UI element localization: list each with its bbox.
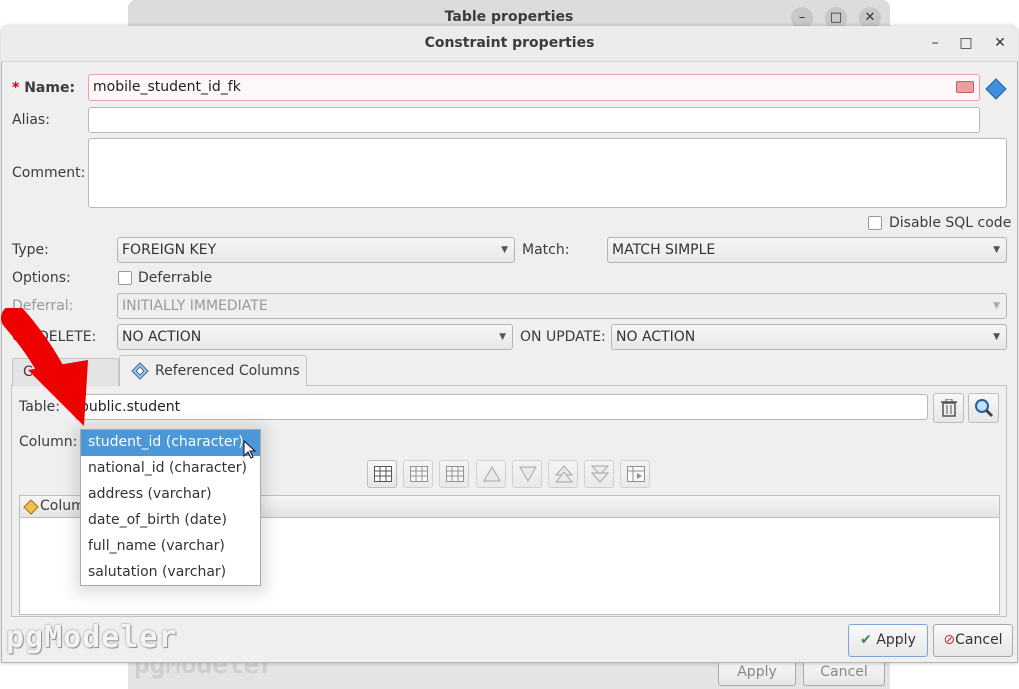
type-label: Type:: [12, 242, 49, 258]
remove-row-button[interactable]: [439, 460, 469, 488]
table-clear-icon: [627, 466, 645, 482]
move-down-button[interactable]: [512, 460, 542, 488]
tab-referenced-columns-label: Referenced Columns: [155, 363, 300, 379]
close-button[interactable]: ✕: [990, 35, 1010, 51]
apply-label: Apply: [876, 632, 916, 648]
type-value: FOREIGN KEY: [122, 242, 217, 258]
on-update-value: NO ACTION: [616, 329, 696, 345]
arrow-top-icon: [555, 465, 573, 483]
disable-sql-checkbox[interactable]: [868, 216, 882, 230]
clear-table-button[interactable]: [933, 393, 964, 423]
comment-textarea[interactable]: [88, 138, 1007, 208]
edit-row-button[interactable]: [403, 460, 433, 488]
deferral-select: INITIALLY IMMEDIATE ▼: [117, 293, 1007, 319]
match-value: MATCH SIMPLE: [612, 242, 716, 258]
chevron-down-icon: ▼: [501, 245, 508, 255]
move-top-button[interactable]: [548, 460, 578, 488]
required-marker: *: [12, 80, 20, 96]
tab-referenced-columns[interactable]: Referenced Columns: [119, 355, 307, 386]
apply-button[interactable]: ✔ Apply: [848, 624, 928, 657]
alias-label: Alias:: [12, 112, 50, 128]
referenced-columns-icon: [131, 362, 149, 380]
list-item[interactable]: address (varchar): [81, 482, 260, 508]
table-properties-title: Table properties: [444, 9, 574, 25]
window-title: Constraint properties: [424, 35, 595, 51]
arrow-up-icon: [483, 466, 501, 482]
table-add-icon: [374, 466, 392, 482]
arrow-down-icon: [519, 466, 537, 482]
on-update-label: ON UPDATE:: [520, 329, 606, 345]
add-row-button[interactable]: [367, 460, 397, 488]
maximize-button[interactable]: □: [956, 35, 976, 51]
cancel-icon: ⊘: [943, 632, 956, 648]
name-label-text: Name:: [24, 80, 76, 96]
chevron-down-icon: ▼: [993, 301, 1000, 311]
column-icon: [23, 499, 39, 515]
alias-input[interactable]: [88, 107, 980, 133]
search-icon: [975, 399, 994, 418]
disable-sql-label: Disable SQL code: [889, 215, 1012, 231]
match-select[interactable]: MATCH SIMPLE ▼: [607, 237, 1007, 263]
move-bottom-button[interactable]: [584, 460, 614, 488]
on-update-select[interactable]: NO ACTION ▼: [611, 324, 1007, 350]
chevron-down-icon: ▼: [499, 332, 506, 342]
chevron-down-icon: ▼: [993, 245, 1000, 255]
search-table-button[interactable]: [968, 393, 999, 423]
type-select[interactable]: FOREIGN KEY ▼: [117, 237, 515, 263]
match-label: Match:: [522, 242, 570, 258]
options-label: Options:: [12, 270, 71, 286]
list-item[interactable]: date_of_birth (date): [81, 508, 260, 534]
list-item[interactable]: full_name (varchar): [81, 534, 260, 560]
checkmark-icon: ✔: [860, 632, 872, 648]
name-label: * Name:: [12, 80, 75, 96]
pgmodeler-watermark: pgModeler: [6, 620, 178, 655]
deferrable-checkbox[interactable]: [118, 271, 132, 285]
table-input[interactable]: public.student: [75, 394, 928, 420]
trash-icon: [941, 399, 957, 417]
deferrable-label: Deferrable: [138, 270, 213, 286]
list-item[interactable]: salutation (varchar): [81, 560, 260, 586]
sql-diamond-icon[interactable]: [985, 78, 1007, 100]
clear-name-icon[interactable]: [956, 81, 974, 93]
arrow-bottom-icon: [591, 465, 609, 483]
on-delete-select[interactable]: NO ACTION ▼: [117, 324, 513, 350]
cancel-button[interactable]: ⊘Cancel: [933, 624, 1013, 657]
mouse-cursor-icon: [243, 440, 257, 459]
minimize-button[interactable]: –: [925, 35, 945, 51]
table-remove-icon: [446, 466, 464, 482]
name-input[interactable]: mobile_student_id_fk: [88, 74, 980, 101]
column-dropdown-list[interactable]: student_id (character) national_id (char…: [80, 429, 261, 586]
cancel-label: Cancel: [955, 632, 1003, 648]
deferral-value: INITIALLY IMMEDIATE: [122, 298, 268, 314]
clear-rows-button[interactable]: [620, 460, 650, 488]
move-up-button[interactable]: [476, 460, 506, 488]
list-item[interactable]: national_id (character): [81, 456, 260, 482]
on-delete-value: NO ACTION: [122, 329, 202, 345]
red-arrow-icon: [1, 308, 88, 426]
chevron-down-icon: ▼: [993, 332, 1000, 342]
comment-label: Comment:: [12, 165, 86, 181]
table-edit-icon: [410, 466, 428, 482]
